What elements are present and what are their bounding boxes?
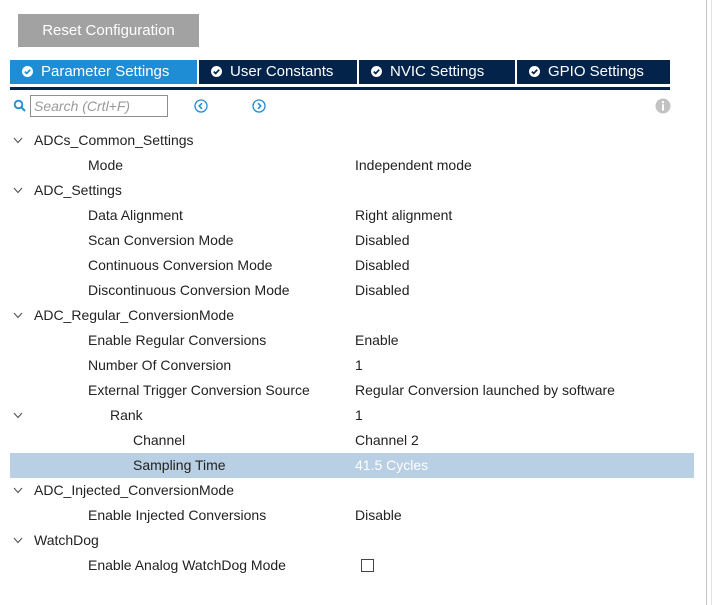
param-label: Data Alignment [88, 207, 183, 223]
info-icon[interactable] [655, 98, 671, 114]
tree-row-scan-conversion-mode[interactable]: Scan Conversion Mode Disabled [10, 228, 694, 253]
check-circle-icon [22, 66, 33, 77]
tab-label: NVIC Settings [390, 63, 485, 80]
search-icon[interactable] [13, 99, 27, 113]
settings-tab-bar: Parameter Settings User Constants NVIC S… [10, 60, 670, 90]
tree-row-channel[interactable]: Channel Channel 2 [10, 428, 694, 453]
group-label: ADCs_Common_Settings [34, 132, 194, 148]
param-label: Discontinuous Conversion Mode [88, 282, 290, 298]
param-value[interactable]: 1 [355, 403, 363, 428]
chevron-down-icon[interactable] [13, 187, 23, 194]
check-circle-icon [529, 66, 540, 77]
param-label: Scan Conversion Mode [88, 232, 234, 248]
tab-label: User Constants [230, 63, 334, 80]
param-label: Rank [110, 407, 143, 423]
param-label: Enable Analog WatchDog Mode [88, 557, 286, 573]
check-circle-icon [211, 66, 222, 77]
param-value[interactable]: 41.5 Cycles [355, 453, 428, 478]
group-label: ADC_Regular_ConversionMode [34, 307, 234, 323]
param-label: Mode [88, 157, 124, 173]
param-value[interactable]: Disabled [355, 278, 409, 303]
tab-label: Parameter Settings [41, 63, 170, 80]
param-label: Channel [133, 432, 186, 448]
chevron-right-circle-icon[interactable] [252, 99, 266, 113]
chevron-down-icon[interactable] [13, 137, 23, 144]
param-label: Continuous Conversion Mode [88, 257, 273, 273]
param-label: Sampling Time [133, 457, 226, 473]
tree-row-enable-injected-conversions[interactable]: Enable Injected Conversions Disable [10, 503, 694, 528]
tree-group-adc-injected-conversion-mode[interactable]: ADC_Injected_ConversionMode [10, 478, 694, 503]
tree-group-adc-settings[interactable]: ADC_Settings [10, 178, 694, 203]
param-value[interactable]: Independent mode [355, 153, 472, 178]
tree-group-adcs-common-settings[interactable]: ADCs_Common_Settings [10, 128, 694, 153]
param-value[interactable]: Right alignment [355, 203, 452, 228]
param-label: External Trigger Conversion Source [88, 382, 310, 398]
param-value[interactable]: Regular Conversion launched by software [355, 378, 615, 403]
parameter-tree: ADCs_Common_Settings Mode Independent mo… [10, 128, 694, 578]
right-border [706, 0, 707, 605]
tab-nvic-settings[interactable]: NVIC Settings [359, 60, 515, 84]
tree-group-adc-regular-conversion-mode[interactable]: ADC_Regular_ConversionMode [10, 303, 694, 328]
tree-row-enable-analog-watchdog-mode[interactable]: Enable Analog WatchDog Mode [10, 553, 694, 578]
tab-gpio-settings[interactable]: GPIO Settings [517, 60, 670, 84]
param-value[interactable]: Disabled [355, 253, 409, 278]
search-input[interactable] [30, 95, 168, 117]
check-circle-icon [371, 66, 382, 77]
chevron-down-icon[interactable] [13, 312, 23, 319]
tree-row-data-alignment[interactable]: Data Alignment Right alignment [10, 203, 694, 228]
tree-row-mode[interactable]: Mode Independent mode [10, 153, 694, 178]
group-label: ADC_Settings [34, 182, 122, 198]
tab-user-constants[interactable]: User Constants [199, 60, 357, 84]
param-value[interactable]: Enable [355, 328, 399, 353]
param-value[interactable]: Disable [355, 503, 402, 528]
reset-configuration-button[interactable]: Reset Configuration [18, 14, 199, 47]
chevron-left-circle-icon[interactable] [194, 99, 208, 113]
tree-row-external-trigger-source[interactable]: External Trigger Conversion Source Regul… [10, 378, 694, 403]
group-label: WatchDog [34, 532, 99, 548]
tree-row-number-of-conversion[interactable]: Number Of Conversion 1 [10, 353, 694, 378]
group-label: ADC_Injected_ConversionMode [34, 482, 234, 498]
param-label: Number Of Conversion [88, 357, 232, 373]
tree-row-continuous-conversion-mode[interactable]: Continuous Conversion Mode Disabled [10, 253, 694, 278]
search-toolbar [0, 94, 706, 120]
tree-row-rank[interactable]: Rank 1 [10, 403, 694, 428]
tab-label: GPIO Settings [548, 63, 644, 80]
param-value[interactable]: Disabled [355, 228, 409, 253]
right-border-outer [711, 0, 712, 605]
analog-watchdog-checkbox[interactable] [361, 559, 374, 572]
tree-row-sampling-time[interactable]: Sampling Time 41.5 Cycles [10, 453, 694, 478]
tree-row-enable-regular-conversions[interactable]: Enable Regular Conversions Enable [10, 328, 694, 353]
param-label: Enable Injected Conversions [88, 507, 267, 523]
chevron-down-icon[interactable] [13, 487, 23, 494]
param-value[interactable]: 1 [355, 353, 363, 378]
chevron-down-icon[interactable] [13, 412, 23, 419]
tree-row-discontinuous-conversion-mode[interactable]: Discontinuous Conversion Mode Disabled [10, 278, 694, 303]
param-label: Enable Regular Conversions [88, 332, 267, 348]
tab-parameter-settings[interactable]: Parameter Settings [10, 60, 197, 84]
tree-group-watchdog[interactable]: WatchDog [10, 528, 694, 553]
param-value[interactable]: Channel 2 [355, 428, 419, 453]
chevron-down-icon[interactable] [13, 537, 23, 544]
